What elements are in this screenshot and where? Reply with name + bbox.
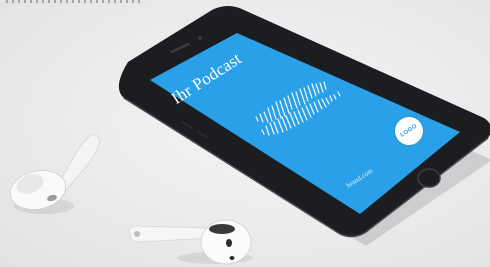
earbud-left (9, 134, 101, 214)
earbuds (9, 134, 253, 265)
earbud-right (128, 219, 253, 265)
